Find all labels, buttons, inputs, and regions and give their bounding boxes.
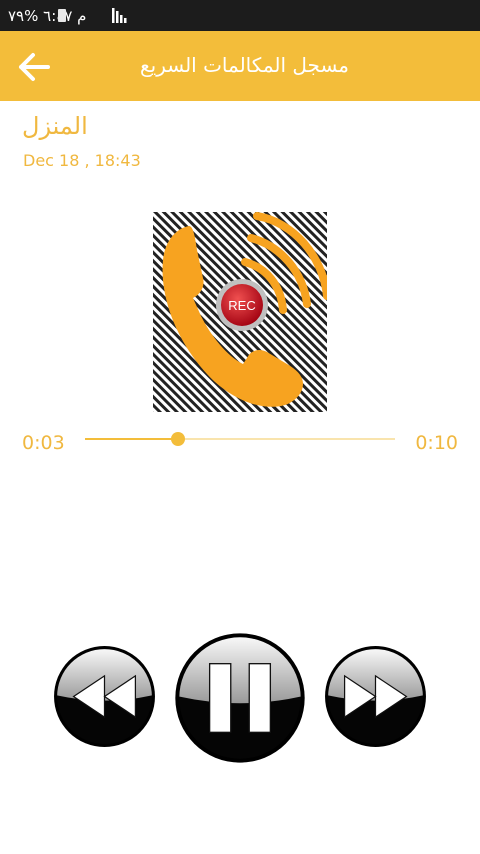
signal-icon [112, 8, 127, 23]
rewind-icon [54, 646, 155, 747]
rewind-button[interactable] [53, 645, 156, 748]
current-time: 0:03 [22, 432, 65, 454]
rec-badge-label: REC [228, 298, 255, 313]
forward-button[interactable] [324, 645, 427, 748]
seek-bar[interactable] [85, 428, 395, 450]
pause-icon [175, 633, 305, 763]
status-text: م ٦:٤٧ %٧٩ [8, 7, 87, 25]
recording-title: المنزل [22, 112, 88, 140]
total-time: 0:10 [415, 432, 458, 454]
pause-button[interactable] [174, 632, 306, 764]
back-button[interactable] [14, 47, 54, 87]
fast-forward-icon [325, 646, 426, 747]
seek-progress [85, 438, 178, 440]
status-bar: م ٦:٤٧ %٧٩ [0, 0, 480, 31]
recording-date: Dec 18 , 18:43 [23, 151, 141, 170]
battery-icon [58, 9, 66, 22]
phone-recording-icon: REC [153, 212, 327, 412]
arrow-left-icon [19, 53, 50, 81]
app-bar: مسجل المكالمات السريع [0, 31, 480, 101]
seek-thumb[interactable] [171, 432, 185, 446]
app-title: مسجل المكالمات السريع [140, 53, 349, 77]
